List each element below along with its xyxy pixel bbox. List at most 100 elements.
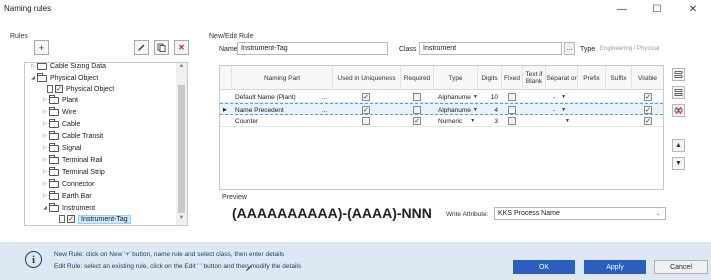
tree-scrollbar[interactable]: ▲ ▼ [176,63,187,225]
preview-label: Preview [222,194,247,201]
scroll-down-icon[interactable]: ▼ [176,215,187,225]
tree-item[interactable]: ▷ Plant [41,94,78,105]
add-part-button[interactable] [672,68,685,81]
table-row[interactable]: Counter ✓ Numeric ▼ 3 ▼ ✓ [220,115,663,127]
column-header[interactable]: Fixed [502,66,523,90]
name-label: Name [219,46,238,53]
column-header[interactable]: Suffix [606,66,632,90]
column-header[interactable]: Visible [632,66,663,90]
write-attribute-dropdown[interactable]: KKS Process Name ⌄ [494,207,666,220]
tree-item-label: Physical Object [50,74,99,82]
column-header[interactable]: Prefix [578,66,606,90]
tree-item-rule-selected[interactable]: ✓ Instrument-Tag [59,214,131,224]
chevron-down-icon: ▼ [561,107,567,113]
class-field[interactable]: Instrument [419,42,562,55]
tree-item[interactable]: ▷ Cable [41,118,81,129]
name-field[interactable]: Instrument-Tag [237,42,388,55]
rules-tree[interactable]: ▷ Cable Sizing Data ◢ Physical Object ✓ … [24,62,188,226]
ok-button[interactable]: OK [513,260,575,274]
move-up-button[interactable]: ▲ [672,139,685,152]
digits-cell[interactable]: 3 [483,115,498,127]
expand-arrow-icon[interactable]: ▷ [41,133,49,139]
expand-arrow-icon[interactable]: ▷ [41,157,49,163]
close-button[interactable]: ✕ [676,0,710,19]
fixed-checkbox[interactable] [508,115,516,127]
column-header[interactable]: Used in Uniqueness [333,66,401,90]
separator-dropdown[interactable]: ▼ [553,115,577,127]
expand-arrow-icon[interactable]: ▷ [41,109,49,115]
cancel-button[interactable]: Cancel [654,260,708,274]
table-row[interactable]: Default Name (Plant) ... ✓ Alphanume ▼ 10… [220,91,663,103]
tree-item[interactable]: ▷ Earth Bar [41,190,92,201]
type-dropdown[interactable]: Numeric ▼ [438,115,478,127]
column-header[interactable]: Required [401,66,434,90]
delete-part-button[interactable] [672,104,685,117]
tree-item[interactable]: ▷ Terminal Rail [41,154,102,165]
tree-item[interactable]: ▷ Cable Sizing Data [29,63,106,71]
uniqueness-checkbox[interactable]: ✓ [362,91,370,103]
rule-checkbox[interactable]: ✓ [67,215,75,223]
type-value: Engineering / Physical [600,46,660,52]
tree-item[interactable]: ◢ Physical Object [29,72,99,83]
column-header[interactable]: Text if Blank [523,66,546,90]
write-attribute-label: Write Attribute: [446,211,489,218]
delete-rule-button[interactable]: ✕ [174,40,189,55]
scroll-up-icon[interactable]: ▲ [176,63,187,73]
minimize-button[interactable]: — [605,0,639,19]
tree-item[interactable]: ▷ Cable Transit [41,130,103,141]
collapse-arrow-icon[interactable]: ◢ [29,75,37,81]
chevron-down-icon: ▼ [565,118,570,124]
tree-item-rule[interactable]: ✓ Physical Object [47,84,114,94]
column-header[interactable]: Naming Part [232,66,333,90]
rule-checkbox[interactable]: ✓ [55,85,63,93]
expand-arrow-icon[interactable]: ▷ [41,181,49,187]
column-header[interactable]: Type [434,66,478,90]
visible-checkbox[interactable]: ✓ [644,91,652,103]
tree-item[interactable]: ▷ Signal [41,142,82,153]
visible-checkbox[interactable]: ✓ [644,115,652,127]
tree-item-label: Plant [62,96,78,104]
tree-item-label: Terminal Strip [62,168,105,176]
required-checkbox[interactable] [413,91,421,103]
type-dropdown[interactable]: Alphanume ▼ [438,91,478,103]
tree-item-label: Physical Object [66,85,115,93]
move-down-button[interactable]: ▼ [672,157,685,170]
uniqueness-checkbox[interactable] [362,115,370,127]
maximize-button[interactable]: ☐ [640,0,674,19]
tree-item[interactable]: ▷ Connector [41,178,94,189]
class-browse-button[interactable]: ... [564,42,575,55]
help-pencil-icon [245,264,253,274]
append-part-button[interactable] [672,86,685,99]
rules-toolbar: + ✕ [24,40,194,60]
required-checkbox[interactable]: ✓ [413,115,421,127]
naming-part-more-button[interactable]: ... [322,91,332,103]
table-row-selected[interactable]: ▶ Name Precedent ... ✓ Alphanume ▼ 4 - ▼ ✓ [220,103,663,115]
separator-dropdown[interactable]: - ▼ [553,91,577,103]
expand-arrow-icon[interactable]: ▷ [41,169,49,175]
naming-part-cell[interactable]: Default Name (Plant) [235,91,315,103]
edit-rule-button[interactable] [134,40,149,55]
expand-arrow-icon[interactable]: ▷ [41,193,49,199]
naming-part-cell[interactable]: Counter [235,115,315,127]
tree-item[interactable]: ▷ Wire [41,106,76,117]
column-header[interactable]: Digits [478,66,502,90]
expand-arrow-icon[interactable]: ▷ [41,145,49,151]
scroll-thumb[interactable] [178,85,185,213]
fixed-checkbox[interactable] [508,91,516,103]
new-rule-button[interactable]: + [34,40,49,55]
tree-item[interactable]: ◢ Instrument [41,202,95,213]
chevron-down-icon: ▼ [561,94,567,100]
tree-item-label: Cable [62,120,81,128]
triangle-up-icon: ▲ [675,142,682,149]
expand-arrow-icon[interactable]: ▷ [41,97,49,103]
digits-cell[interactable]: 10 [483,91,498,103]
collapse-arrow-icon[interactable]: ◢ [41,205,49,211]
tree-item[interactable]: ▷ Terminal Strip [41,166,105,177]
apply-button[interactable]: Apply [584,260,646,274]
copy-rule-button[interactable] [154,40,169,55]
tree-item-label: Signal [62,144,82,152]
column-header[interactable]: Separat or [546,66,578,90]
expand-arrow-icon[interactable]: ▷ [29,63,37,69]
folder-icon [49,202,59,212]
expand-arrow-icon[interactable]: ▷ [41,121,49,127]
